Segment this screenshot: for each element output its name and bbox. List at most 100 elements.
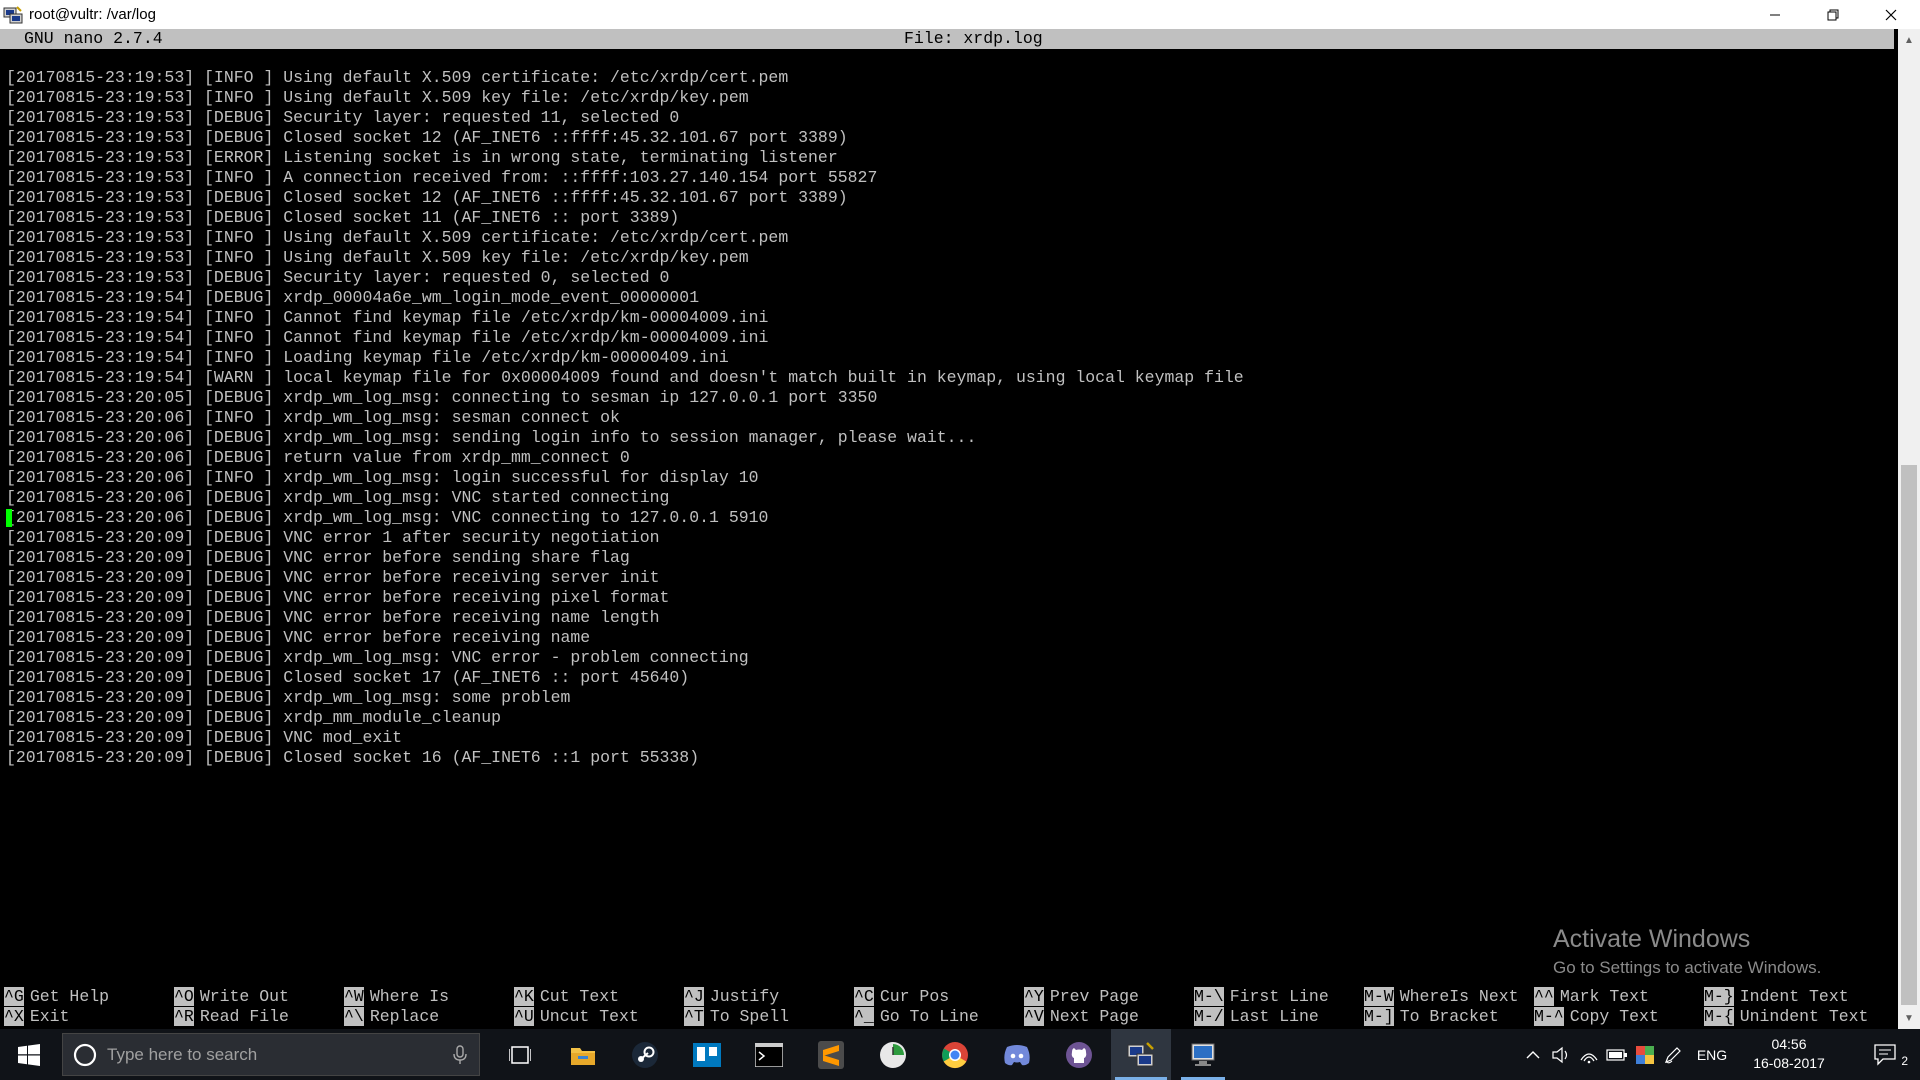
shortcut-item[interactable]: ^X Exit (4, 1007, 69, 1027)
shortcut-item[interactable]: ^J Justify (684, 987, 779, 1007)
shortcut-key: M-W (1364, 987, 1394, 1006)
shortcut-item[interactable]: ^G Get Help (4, 987, 109, 1007)
putty-icon[interactable] (1111, 1029, 1171, 1080)
scroll-up-arrow-icon[interactable]: ▲ (1898, 29, 1920, 51)
shortcut-key: M-\ (1194, 987, 1224, 1006)
sublime-text-icon[interactable] (801, 1029, 861, 1080)
log-line-text: [20170815-23:19:53] [DEBUG] Closed socke… (6, 188, 848, 207)
shortcut-item[interactable]: ^_ Go To Line (854, 1007, 979, 1027)
nano-file-name: File: xrdp.log (904, 29, 1043, 48)
action-center-button[interactable]: 2 (1860, 1029, 1914, 1080)
shortcut-item[interactable]: ^O Write Out (174, 987, 289, 1007)
shortcut-item[interactable]: M-} Indent Text (1704, 987, 1849, 1007)
shortcut-item[interactable]: M-{Unindent Text (1704, 1007, 1868, 1027)
shortcut-label: Where Is (369, 987, 450, 1006)
minimize-button[interactable] (1746, 0, 1804, 29)
github-icon[interactable] (1049, 1029, 1109, 1080)
task-view-icon[interactable] (490, 1029, 550, 1080)
shortcut-item[interactable]: ^R Read File (174, 1007, 289, 1027)
app-tray-icon[interactable] (1632, 1029, 1658, 1080)
shortcut-key: ^W (344, 987, 364, 1006)
log-line: [20170815-23:20:09] [DEBUG] VNC mod_exit (6, 728, 1896, 748)
log-line: [20170815-23:19:54] [INFO ] Loading keym… (6, 348, 1896, 368)
shortcut-key: M-] (1364, 1007, 1394, 1026)
shortcut-item[interactable]: ^U Uncut Text (514, 1007, 639, 1027)
shortcut-item[interactable]: ^^ Mark Text (1534, 987, 1649, 1007)
shortcut-row-2: ^X Exit ^R Read File ^\ Replace ^U Uncut Text ^T… (0, 1007, 1898, 1027)
file-explorer-icon[interactable] (553, 1029, 613, 1080)
log-line-text: [20170815-23:20:05] [DEBUG] xrdp_wm_log_… (6, 388, 878, 407)
trello-icon[interactable] (677, 1029, 737, 1080)
wifi-icon[interactable] (1576, 1029, 1602, 1080)
shortcut-item[interactable]: ^C Cur Pos (854, 987, 949, 1007)
log-line: [20170815-23:20:09] [DEBUG] xrdp_wm_log_… (6, 648, 1896, 668)
notification-icon (1874, 1043, 1896, 1066)
shortcut-item[interactable]: ^K Cut Text (514, 987, 619, 1007)
shortcut-item[interactable]: M-/ Last Line (1194, 1007, 1319, 1027)
volume-icon[interactable] (1548, 1029, 1574, 1080)
shortcut-item[interactable]: M-] To Bracket (1364, 1007, 1499, 1027)
clock[interactable]: 04:56 16-08-2017 (1744, 1035, 1834, 1073)
shortcut-key: ^X (4, 1007, 24, 1026)
shortcut-key: ^T (684, 1007, 704, 1026)
shortcut-label: Get Help (29, 987, 110, 1006)
shortcut-item[interactable]: ^V Next Page (1024, 1007, 1139, 1027)
terminal-area[interactable]: GNU nano 2.7.4 File: xrdp.log [20170815-… (0, 29, 1898, 1029)
terminal-icon[interactable] (739, 1029, 799, 1080)
log-line: [20170815-23:20:06] [INFO ] xrdp_wm_log_… (6, 468, 1896, 488)
minimize-icon (1770, 14, 1780, 15)
log-content[interactable]: [20170815-23:19:53] [INFO ] Using defaul… (6, 68, 1896, 768)
start-button[interactable] (0, 1029, 58, 1080)
log-line-text: [20170815-23:20:09] [DEBUG] Closed socke… (6, 668, 690, 687)
scrollbar-thumb[interactable] (1901, 465, 1917, 1005)
taskbar-search-box[interactable]: Type here to search (62, 1033, 480, 1076)
log-line: [20170815-23:20:09] [DEBUG] VNC error 1 … (6, 528, 1896, 548)
log-line: [20170815-23:20:09] [DEBUG] VNC error be… (6, 548, 1896, 568)
language-indicator[interactable]: ENG (1688, 1029, 1736, 1080)
putty-app-icon[interactable] (3, 5, 23, 25)
log-line-text: [20170815-23:20:06] [DEBUG] xrdp_wm_log_… (6, 428, 977, 447)
steam-icon[interactable] (615, 1029, 675, 1080)
watermark-subtitle: Go to Settings to activate Windows. (1553, 958, 1822, 977)
log-line: [20170815-23:19:53] [DEBUG] Closed socke… (6, 208, 1896, 228)
shortcut-item[interactable]: ^\ Replace (344, 1007, 439, 1027)
scroll-down-arrow-icon[interactable]: ▼ (1898, 1007, 1920, 1029)
shortcut-label: WhereIs Next (1399, 987, 1519, 1006)
vertical-scrollbar[interactable]: ▲ ▼ (1898, 29, 1920, 1029)
close-button[interactable] (1862, 0, 1920, 29)
microphone-icon[interactable] (453, 1045, 467, 1065)
log-line-text: [20170815-23:20:09] [DEBUG] xrdp_wm_log_… (6, 688, 571, 707)
nano-header-bar: GNU nano 2.7.4 File: xrdp.log (0, 29, 1894, 49)
shortcut-label: Uncut Text (539, 1007, 639, 1026)
log-line-text: [20170815-23:20:06] [DEBUG] xrdp_wm_log_… (6, 488, 670, 507)
log-line: [20170815-23:20:06] [DEBUG] xrdp_wm_log_… (6, 488, 1896, 508)
pen-icon[interactable] (1660, 1029, 1686, 1080)
shortcut-item[interactable]: ^T To Spell (684, 1007, 789, 1027)
log-line: [20170815-23:19:53] [DEBUG] Security lay… (6, 108, 1896, 128)
shortcut-item[interactable]: ^Y Prev Page (1024, 987, 1139, 1007)
shortcut-item[interactable]: M-W WhereIs Next (1364, 987, 1519, 1007)
log-line: [20170815-23:20:09] [DEBUG] xrdp_mm_modu… (6, 708, 1896, 728)
shortcut-key: ^^ (1534, 987, 1554, 1006)
log-line-text: [20170815-23:20:09] [DEBUG] VNC mod_exit (6, 728, 403, 747)
shortcut-item[interactable]: ^W Where Is (344, 987, 449, 1007)
chrome-icon[interactable] (925, 1029, 985, 1080)
log-line: [20170815-23:20:09] [DEBUG] xrdp_wm_log_… (6, 688, 1896, 708)
clock-app-icon[interactable] (863, 1029, 923, 1080)
log-line-text: [20170815-23:20:09] [DEBUG] Closed socke… (6, 748, 700, 767)
restore-button[interactable] (1804, 0, 1862, 29)
shortcut-item[interactable]: M-\ First Line (1194, 987, 1329, 1007)
discord-icon[interactable] (987, 1029, 1047, 1080)
log-line-text: [20170815-23:20:09] [DEBUG] VNC error be… (6, 568, 660, 587)
shortcut-key: M-} (1704, 987, 1734, 1006)
log-line-text: [20170815-23:20:09] [DEBUG] VNC error be… (6, 588, 670, 607)
shortcut-item[interactable]: M-^ Copy Text (1534, 1007, 1659, 1027)
shortcut-key: ^J (684, 987, 704, 1006)
log-line-text: [20170815-23:19:54] [INFO ] Cannot find … (6, 308, 769, 327)
shortcut-label: Indent Text (1739, 987, 1849, 1006)
log-line: [20170815-23:19:53] [INFO ] A connection… (6, 168, 1896, 188)
show-hidden-icons-chevron-icon[interactable] (1520, 1029, 1546, 1080)
shortcut-label: Justify (709, 987, 780, 1006)
remote-desktop-icon[interactable] (1173, 1029, 1233, 1080)
battery-icon[interactable] (1604, 1029, 1630, 1080)
